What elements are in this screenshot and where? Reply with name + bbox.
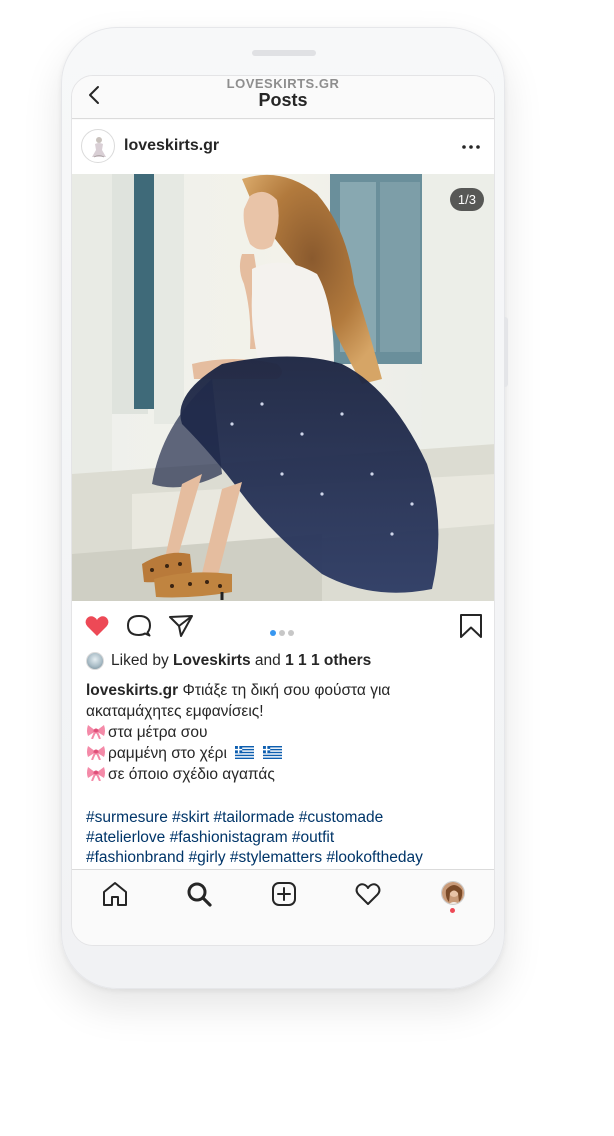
caption-line-2: ακαταμάχητες εμφανίσεις!: [86, 703, 264, 720]
likes-prefix: Liked by: [111, 652, 169, 669]
post-photo-image: [72, 174, 494, 601]
post-photo[interactable]: 1/3: [72, 174, 494, 601]
hashtags: #surmesure #skirt #tailormade #customade…: [86, 808, 486, 868]
carousel-dot: [279, 630, 285, 636]
hashtag-line-1[interactable]: #surmesure #skirt #tailormade #customade: [86, 808, 486, 828]
more-horizontal-icon[interactable]: [462, 145, 480, 149]
liker-avatar: [86, 652, 104, 670]
caption-line-5: σε όποιο σχέδιο αγαπάς: [108, 766, 275, 783]
comment-icon[interactable]: [126, 613, 152, 639]
likes-and: and: [254, 652, 281, 669]
ribbon-bow-emoji: [87, 725, 105, 739]
likes-line[interactable]: Liked by Loveskirts and 1 1 1 others: [86, 652, 371, 670]
bookmark-icon[interactable]: [458, 613, 484, 639]
photo-counter-badge: 1/3: [449, 188, 484, 211]
liker-name[interactable]: Loveskirts: [173, 652, 251, 670]
ribbon-bow-emoji: [87, 746, 105, 760]
caption-username[interactable]: loveskirts.gr: [86, 682, 178, 699]
bottom-tab-bar: [72, 869, 494, 945]
home-icon[interactable]: [101, 880, 129, 908]
post-header: loveskirts.gr: [72, 120, 494, 174]
post-caption: loveskirts.gr Φτιάξε τη δική σου φούστα …: [86, 680, 486, 785]
nav-header: LOVESKIRTS.GR Posts: [72, 76, 494, 119]
likes-others[interactable]: 1 1 1 others: [285, 652, 371, 670]
profile-avatar[interactable]: [441, 881, 465, 905]
greek-flag-emoji: [262, 746, 282, 759]
activity-heart-icon[interactable]: [354, 880, 382, 908]
carousel-dot-active: [270, 630, 276, 636]
carousel-indicator: [270, 623, 297, 641]
post-avatar[interactable]: [81, 129, 115, 163]
greek-flag-emoji: [235, 746, 255, 759]
caption-line-4: ραμμένη στο χέρι: [108, 745, 227, 762]
app-screen: LOVESKIRTS.GR Posts loveskirts.gr 1/3 Li…: [71, 75, 495, 946]
caption-line-3: στα μέτρα σου: [108, 724, 208, 741]
post-actions: [72, 601, 494, 649]
nav-username: LOVESKIRTS.GR: [226, 76, 340, 91]
phone-side-button: [504, 317, 508, 387]
paper-plane-icon[interactable]: [168, 613, 194, 639]
post-body: Liked by Loveskirts and 1 1 1 others lov…: [72, 649, 494, 869]
caption-line-1: Φτιάξε τη δική σου φούστα για: [182, 682, 391, 699]
post-username[interactable]: loveskirts.gr: [124, 137, 219, 155]
carousel-dot: [288, 630, 294, 636]
add-post-icon[interactable]: [270, 880, 298, 908]
notification-dot: [450, 908, 455, 913]
search-icon[interactable]: [185, 880, 213, 908]
page-title: Posts: [258, 90, 308, 110]
heart-filled-icon[interactable]: [84, 613, 110, 639]
phone-speaker: [252, 50, 316, 56]
hashtag-line-2[interactable]: #atelierlove #fashionistagram #outfit: [86, 828, 486, 848]
ribbon-bow-emoji: [87, 767, 105, 781]
hashtag-line-3[interactable]: #fashionbrand #girly #stylematters #look…: [86, 848, 486, 868]
